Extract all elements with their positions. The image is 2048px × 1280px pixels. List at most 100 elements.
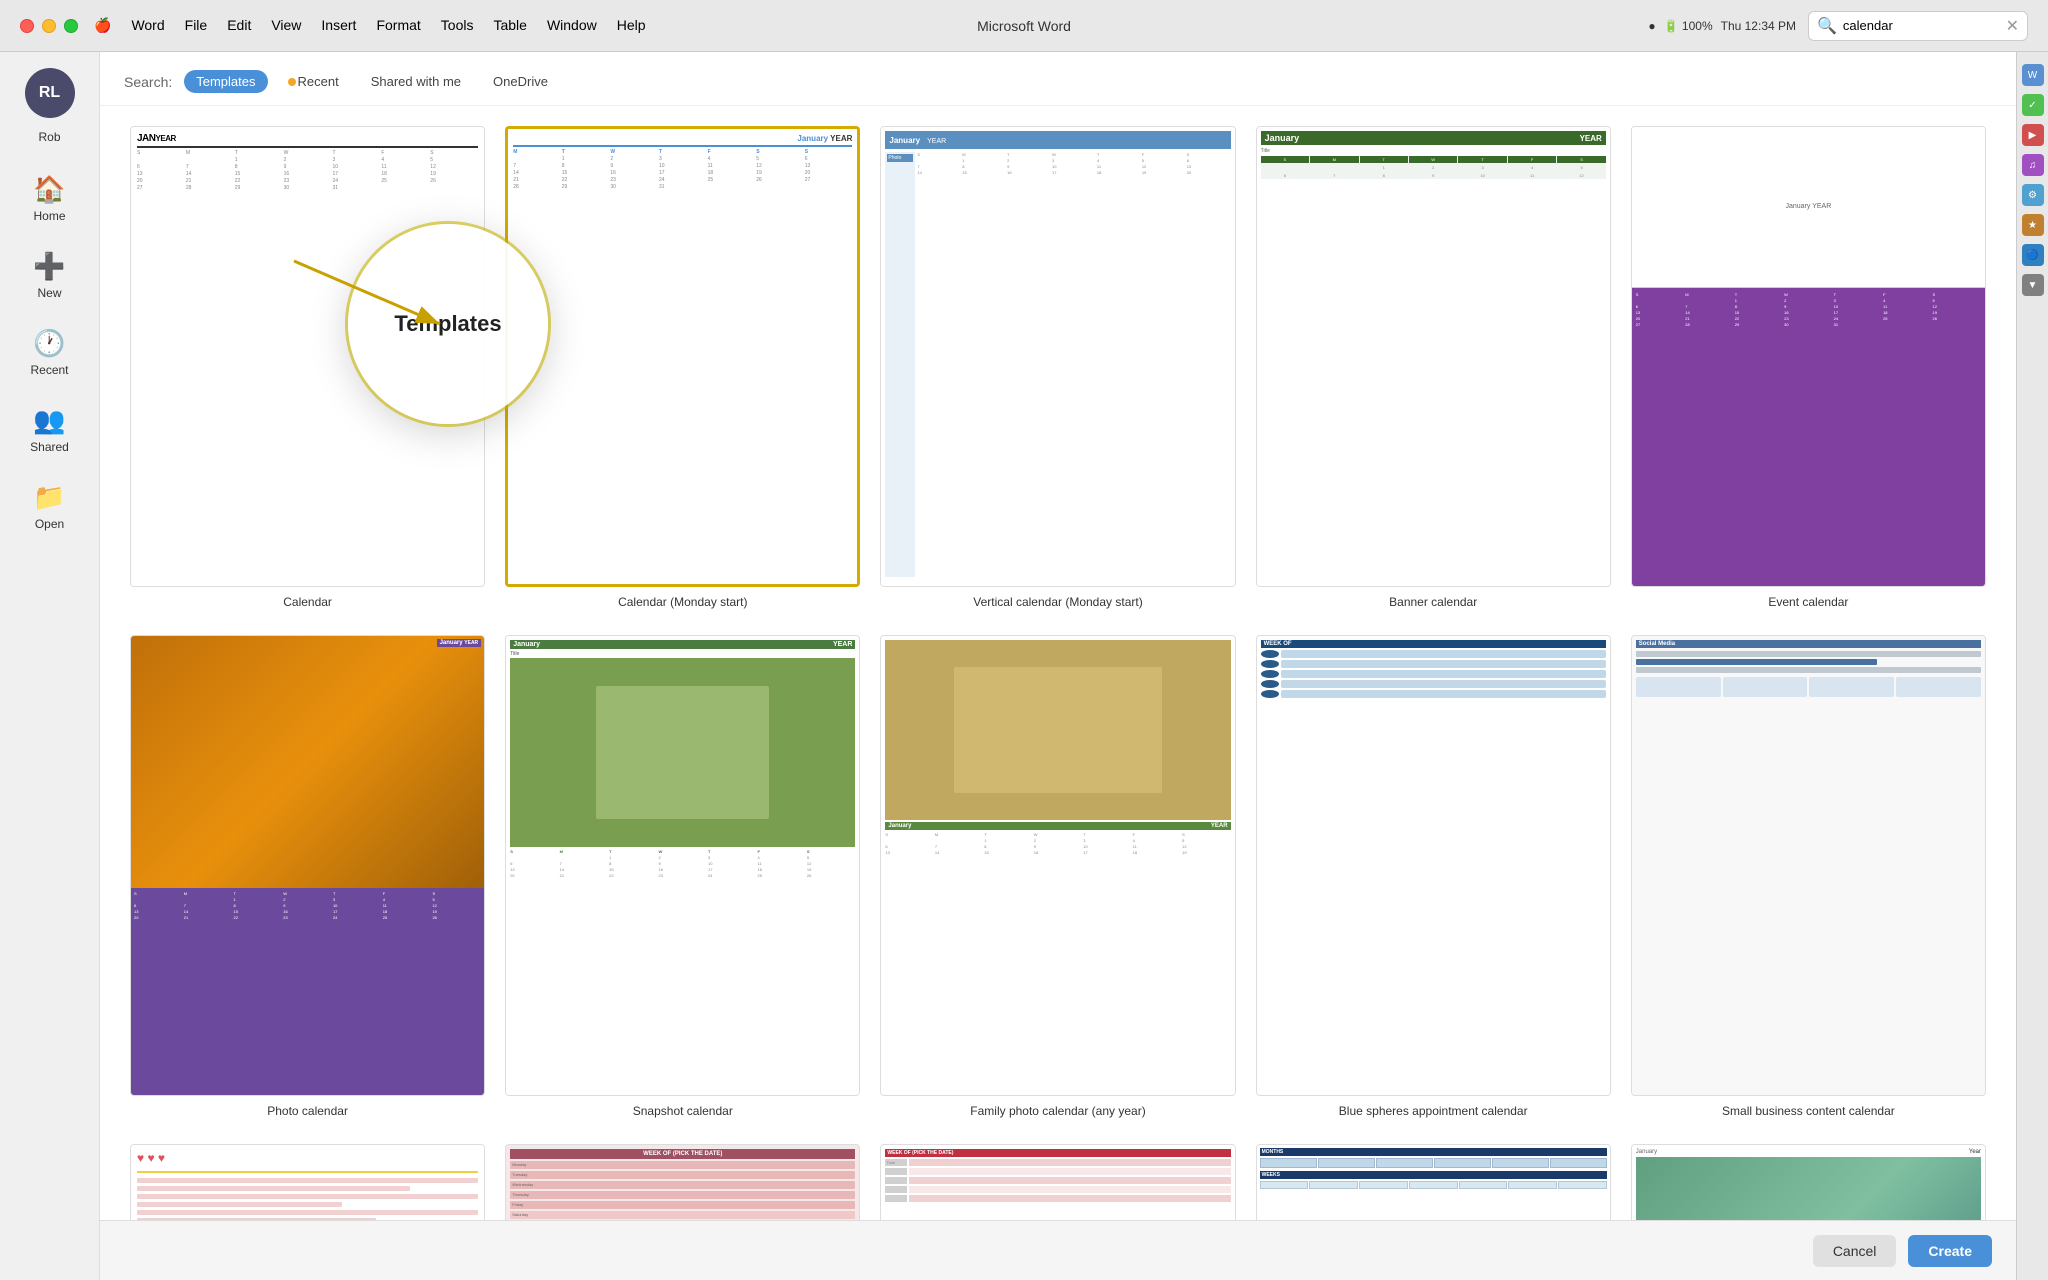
search-label: Search:	[124, 74, 172, 90]
tab-recent[interactable]: Recent	[276, 70, 351, 93]
template-thumb-hummingbird[interactable]: JanuaryYear SMTWTFS 12345 6789101112 131…	[1631, 1144, 1986, 1220]
template-name-snapshot: Snapshot calendar	[633, 1104, 733, 1120]
sidebar-item-shared[interactable]: 👥 Shared	[10, 395, 90, 464]
menu-window[interactable]: Window	[547, 17, 597, 34]
template-monthly-planning[interactable]: MONTHS WEEKS	[1256, 1144, 1611, 1220]
template-name-blue-spheres: Blue spheres appointment calendar	[1339, 1104, 1528, 1120]
open-icon: 📁	[33, 482, 65, 513]
sidebar-item-home-label: Home	[33, 209, 65, 223]
menu-apple[interactable]: 🍎	[94, 17, 111, 34]
sidebar-item-recent[interactable]: 🕐 Recent	[10, 318, 90, 387]
template-blue-spheres[interactable]: WEEK OF	[1256, 635, 1611, 1120]
template-thumb-monday[interactable]: January YEAR MTWTFSS 123456 78910111213 …	[505, 126, 860, 587]
sidebar-item-open[interactable]: 📁 Open	[10, 472, 90, 541]
template-thumb-family[interactable]: JanuaryYEAR SMTWTFS 12345 6789101112 131…	[880, 635, 1235, 1096]
template-family-calendar[interactable]: JanuaryYEAR SMTWTFS 12345 6789101112 131…	[880, 635, 1235, 1120]
templates-tooltip-label: Templates	[394, 311, 501, 337]
templates-tooltip-circle: Templates	[348, 224, 548, 424]
cancel-button[interactable]: Cancel	[1813, 1235, 1897, 1267]
template-thumb-weekly[interactable]: WEEK OF (PICK THE DATE) Time	[880, 1144, 1235, 1220]
template-thumb-monthly[interactable]: MONTHS WEEKS	[1256, 1144, 1611, 1220]
template-vertical-calendar[interactable]: January YEAR Photo SMTWTFS	[880, 126, 1235, 611]
menu-edit[interactable]: Edit	[227, 17, 251, 34]
create-button[interactable]: Create	[1908, 1235, 1992, 1267]
tab-onedrive[interactable]: OneDrive	[481, 70, 560, 93]
template-event-calendar[interactable]: January YEAR SMTWTFS 12345 6789101112 13…	[1631, 126, 1986, 611]
clear-search-icon[interactable]: ✕	[2006, 16, 2019, 36]
template-name-event: Event calendar	[1768, 595, 1848, 611]
right-icon-6[interactable]: ★	[2022, 214, 2044, 236]
template-thumb-banner[interactable]: JanuaryYEAR Title S M T W T F S	[1256, 126, 1611, 587]
template-banner-calendar[interactable]: JanuaryYEAR Title S M T W T F S	[1256, 126, 1611, 611]
title-bar-right: ● 🔋 100% Thu 12:34 PM 🔍 calendar ✕	[1648, 11, 2028, 41]
search-header: Search: Templates Recent Shared with me …	[100, 52, 2016, 106]
tab-shared-with-me[interactable]: Shared with me	[359, 70, 473, 93]
template-photo-calendar[interactable]: January YEAR SMTWTFS 12345 6789101112 13…	[130, 635, 485, 1120]
right-icon-2[interactable]: ✓	[2022, 94, 2044, 116]
recent-dot	[288, 78, 296, 86]
main-layout: RL Rob 🏠 Home ➕ New 🕐 Recent 👥 Shared 📁 …	[0, 52, 2048, 1280]
menu-help[interactable]: Help	[617, 17, 646, 34]
search-tabs: Templates Recent Shared with me OneDrive	[184, 70, 560, 93]
shared-icon: 👥	[33, 405, 65, 436]
right-sidebar: W ✓ ▶ ♫ ⚙ ★ 🔵 ▼	[2016, 52, 2048, 1280]
template-hummingbird[interactable]: JanuaryYear SMTWTFS 12345 6789101112 131…	[1631, 1144, 1986, 1220]
maximize-button[interactable]	[64, 19, 78, 33]
template-thumb-vertical[interactable]: January YEAR Photo SMTWTFS	[880, 126, 1235, 587]
template-name-banner: Banner calendar	[1389, 595, 1477, 611]
right-icon-5[interactable]: ⚙	[2022, 184, 2044, 206]
template-thumb-event[interactable]: January YEAR SMTWTFS 12345 6789101112 13…	[1631, 126, 1986, 587]
sidebar-item-open-label: Open	[35, 517, 64, 531]
sidebar: RL Rob 🏠 Home ➕ New 🕐 Recent 👥 Shared 📁 …	[0, 52, 100, 1280]
home-icon: 🏠	[33, 174, 65, 205]
title-bar: 🍎 Word File Edit View Insert Format Tool…	[0, 0, 2048, 52]
menu-format[interactable]: Format	[376, 17, 420, 34]
template-thumb-rose[interactable]: WEEK OF (PICK THE DATE) Monday Tuesday W…	[505, 1144, 860, 1220]
template-calendar-monday[interactable]: January YEAR MTWTFSS 123456 78910111213 …	[505, 126, 860, 611]
right-icon-7[interactable]: 🔵	[2022, 244, 2044, 266]
menu-view[interactable]: View	[271, 17, 301, 34]
template-name-calendar: Calendar	[283, 595, 332, 611]
menu-insert[interactable]: Insert	[321, 17, 356, 34]
template-thumb-snapshot[interactable]: JanuaryYEAR Title SM TW TF S	[505, 635, 860, 1096]
title-search-box[interactable]: 🔍 calendar ✕	[1808, 11, 2028, 41]
right-icon-4[interactable]: ♫	[2022, 154, 2044, 176]
template-birthday[interactable]: ♥ ♥ ♥	[130, 1144, 485, 1220]
content-wrapper: JANYEAR SMTWTFS 12345 6789101112 1314151…	[100, 106, 2016, 1220]
template-name-family: Family photo calendar (any year)	[970, 1104, 1145, 1120]
right-icon-3[interactable]: ▶	[2022, 124, 2044, 146]
battery-icon: 🔋 100%	[1664, 19, 1713, 33]
sidebar-item-home[interactable]: 🏠 Home	[10, 164, 90, 233]
menu-file[interactable]: File	[185, 17, 208, 34]
template-thumb-small-biz[interactable]: Social Media	[1631, 635, 1986, 1096]
traffic-lights	[20, 19, 78, 33]
template-snapshot-calendar[interactable]: JanuaryYEAR Title SM TW TF S	[505, 635, 860, 1120]
user-name: Rob	[38, 130, 60, 144]
window-title: Microsoft Word	[977, 18, 1071, 34]
menu-tools[interactable]: Tools	[441, 17, 474, 34]
tab-templates[interactable]: Templates	[184, 70, 267, 93]
template-thumb-birthday[interactable]: ♥ ♥ ♥	[130, 1144, 485, 1220]
sidebar-item-new[interactable]: ➕ New	[10, 241, 90, 310]
content-area: Search: Templates Recent Shared with me …	[100, 52, 2016, 1280]
template-thumb-blue-spheres[interactable]: WEEK OF	[1256, 635, 1611, 1096]
template-thumb-photo[interactable]: January YEAR SMTWTFS 12345 6789101112 13…	[130, 635, 485, 1096]
sidebar-item-recent-label: Recent	[30, 363, 68, 377]
search-icon-title: 🔍	[1817, 16, 1837, 36]
search-row: Search: Templates Recent Shared with me …	[124, 70, 1992, 93]
wifi-icon: ●	[1648, 19, 1655, 33]
menu-table[interactable]: Table	[493, 17, 526, 34]
template-rose-suite[interactable]: WEEK OF (PICK THE DATE) Monday Tuesday W…	[505, 1144, 860, 1220]
close-button[interactable]	[20, 19, 34, 33]
right-icon-8[interactable]: ▼	[2022, 274, 2044, 296]
menu-bar: 🍎 Word File Edit View Insert Format Tool…	[94, 17, 646, 34]
bottom-bar: Cancel Create	[100, 1220, 2016, 1280]
menu-word[interactable]: Word	[131, 17, 164, 34]
title-search-input[interactable]: calendar	[1843, 18, 2000, 33]
template-name-vertical: Vertical calendar (Monday start)	[973, 595, 1142, 611]
right-icon-1[interactable]: W	[2022, 64, 2044, 86]
template-small-business[interactable]: Social Media Small busi	[1631, 635, 1986, 1120]
minimize-button[interactable]	[42, 19, 56, 33]
template-name-small-biz: Small business content calendar	[1722, 1104, 1895, 1120]
template-weekly-appointment[interactable]: WEEK OF (PICK THE DATE) Time	[880, 1144, 1235, 1220]
